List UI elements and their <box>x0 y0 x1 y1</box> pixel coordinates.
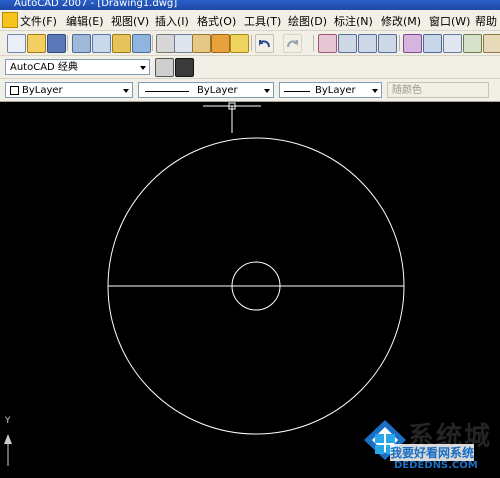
plotstyle-control: 随颜色 <box>387 82 489 98</box>
plot-preview-icon[interactable] <box>92 34 111 53</box>
color-swatch-icon <box>10 85 19 95</box>
standard-toolbar <box>0 31 500 56</box>
properties-icon[interactable] <box>403 34 422 53</box>
copy-icon[interactable] <box>174 34 193 53</box>
menu-edit[interactable]: 编辑(E) <box>66 13 104 29</box>
plotstyle-value: 随颜色 <box>392 85 422 96</box>
menu-file[interactable]: 文件(F) <box>20 13 57 29</box>
chevron-down-icon <box>140 66 146 70</box>
lineweight-control[interactable]: ByLayer <box>279 82 382 98</box>
watermark-line2: DEDEDNS.COM <box>394 460 478 471</box>
color-control[interactable]: ByLayer <box>5 82 133 98</box>
menu-modify[interactable]: 修改(M) <box>381 13 421 29</box>
menu-insert[interactable]: 插入(I) <box>155 13 189 29</box>
app-icon[interactable] <box>2 12 18 28</box>
lineweight-sample <box>284 91 310 92</box>
toolbar-separator <box>399 35 400 51</box>
toolbar-separator <box>152 35 153 51</box>
menu-format[interactable]: 格式(O) <box>197 13 236 29</box>
workspace-settings-icon[interactable] <box>155 58 174 77</box>
workspace-value: AutoCAD 经典 <box>10 62 78 73</box>
watermark-line1: 我要好看网系统 <box>390 444 475 461</box>
title-bar: AutoCAD 2007 - [Drawing1.dwg] <box>0 0 500 10</box>
menu-view[interactable]: 视图(V) <box>111 13 149 29</box>
lineweight-value: ByLayer <box>315 85 356 96</box>
linetype-sample <box>145 91 189 92</box>
toolbar-separator <box>67 35 68 51</box>
3d-dwf-icon[interactable] <box>132 34 151 53</box>
toolbar-separator <box>251 35 252 51</box>
menu-window[interactable]: 窗口(W) <box>429 13 470 29</box>
cut-icon[interactable] <box>156 34 175 53</box>
undo-icon[interactable] <box>255 34 274 53</box>
save-icon[interactable] <box>47 34 66 53</box>
block-editor-icon[interactable] <box>230 34 249 53</box>
plot-icon[interactable] <box>72 34 91 53</box>
ucs-y-label: Y <box>5 416 11 426</box>
chevron-down-icon <box>123 89 129 93</box>
tool-palettes-icon[interactable] <box>443 34 462 53</box>
save-workspace-icon[interactable] <box>175 58 194 77</box>
pan-icon[interactable] <box>318 34 337 53</box>
workspaces-toolbar: AutoCAD 经典 <box>0 56 500 79</box>
chevron-down-icon <box>372 89 378 93</box>
toolbar-separator <box>313 35 314 51</box>
zoom-previous-icon[interactable] <box>378 34 397 53</box>
menu-dimension[interactable]: 标注(N) <box>334 13 373 29</box>
redo-icon[interactable] <box>283 34 302 53</box>
new-icon[interactable] <box>7 34 26 53</box>
window-title: AutoCAD 2007 - [Drawing1.dwg] <box>14 0 178 9</box>
undo-arrow-icon <box>259 40 270 48</box>
ucs-icon: Y <box>4 416 12 466</box>
menu-draw[interactable]: 绘图(D) <box>288 13 327 29</box>
linetype-value: ByLayer <box>197 85 238 96</box>
zoom-realtime-icon[interactable] <box>338 34 357 53</box>
sheet-set-icon[interactable] <box>463 34 482 53</box>
zoom-window-icon[interactable] <box>358 34 377 53</box>
workspace-select[interactable]: AutoCAD 经典 <box>5 59 150 75</box>
menu-tools[interactable]: 工具(T) <box>244 13 281 29</box>
open-icon[interactable] <box>27 34 46 53</box>
ucs-arrow-icon <box>4 434 12 466</box>
match-properties-icon[interactable] <box>211 34 230 53</box>
watermark: 系统城 我要好看网系统 DEDEDNS.COM <box>360 410 500 474</box>
markup-icon[interactable] <box>483 34 500 53</box>
properties-toolbar: ByLayer ByLayer ByLayer 随颜色 <box>0 79 500 102</box>
paste-icon[interactable] <box>192 34 211 53</box>
color-value: ByLayer <box>22 85 63 96</box>
design-center-icon[interactable] <box>423 34 442 53</box>
menu-bar: 文件(F) 编辑(E) 视图(V) 插入(I) 格式(O) 工具(T) 绘图(D… <box>0 10 500 31</box>
publish-icon[interactable] <box>112 34 131 53</box>
linetype-control[interactable]: ByLayer <box>138 82 274 98</box>
chevron-down-icon <box>264 89 270 93</box>
redo-arrow-icon <box>287 40 298 48</box>
menu-help[interactable]: 帮助 <box>475 13 497 29</box>
